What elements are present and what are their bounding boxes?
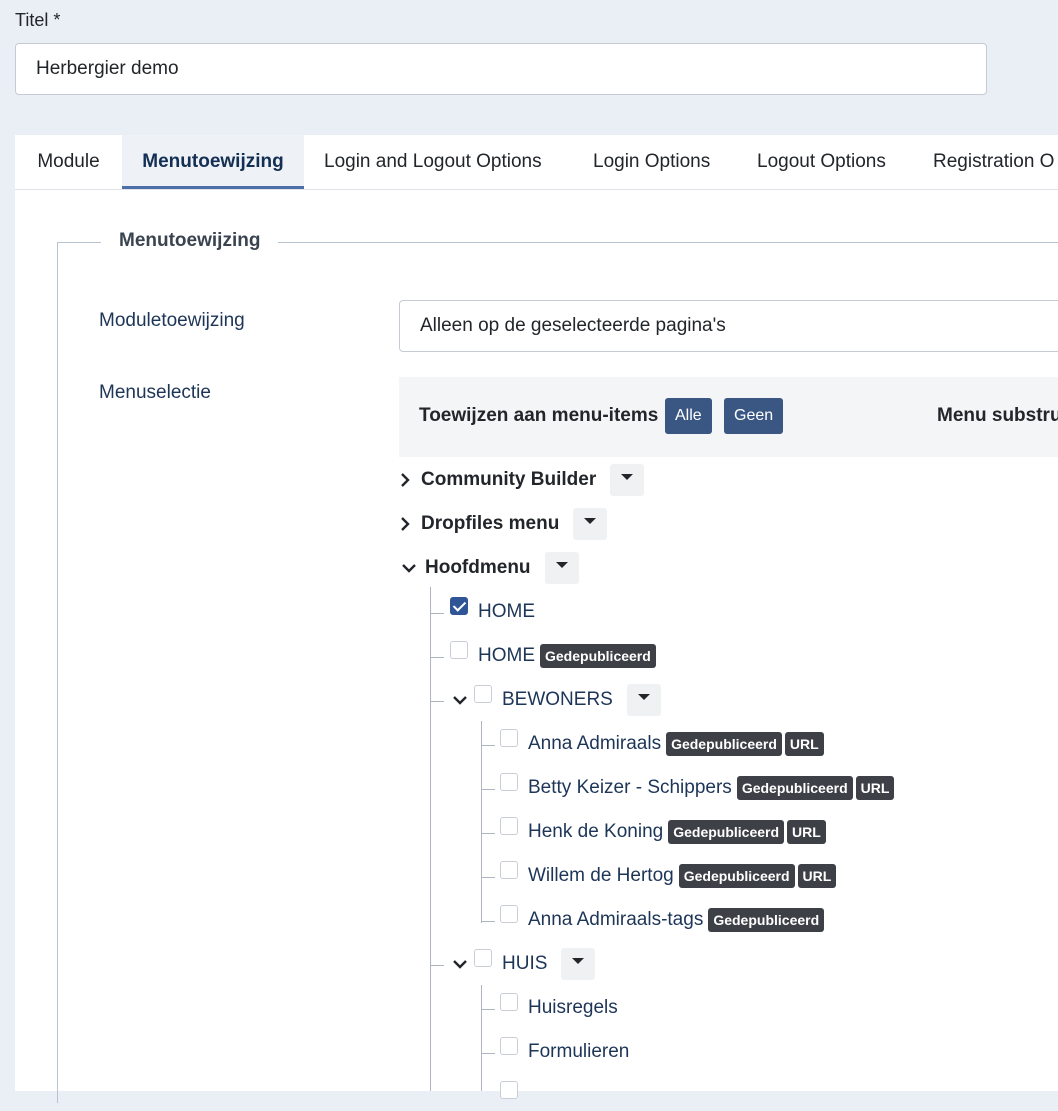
tree-branch (481, 789, 495, 790)
tree-branch (481, 745, 495, 746)
anna-tags-checkbox[interactable] (500, 905, 518, 923)
tree-branch (481, 833, 495, 834)
tree-branch (430, 701, 444, 702)
tab-logout-options[interactable]: Logout Options (757, 135, 886, 189)
select-none-button[interactable]: Geen (724, 398, 784, 434)
item-label: Anna Admiraals (528, 733, 662, 754)
tab-menutoewijzing[interactable]: Menutoewijzing (122, 135, 304, 189)
tree-branch (481, 921, 495, 922)
status-badge: Gedepubliceerd (708, 908, 825, 932)
menu-label: Dropfiles menu (421, 513, 560, 534)
title-input[interactable] (15, 43, 987, 95)
home-2-checkbox[interactable] (450, 641, 468, 659)
item-label: Formulieren (528, 1041, 630, 1062)
tree-branch (430, 657, 444, 658)
item-label: Huisregels (528, 997, 618, 1018)
tree-item-home: HOME (450, 597, 535, 627)
status-badge: Gedepubliceerd (668, 820, 785, 844)
fieldset-legend: Menutoewijzing (101, 230, 279, 252)
tree-item-henk: Henk de Koning Gedepubliceerd URL (500, 817, 826, 847)
betty-checkbox[interactable] (500, 773, 518, 791)
url-badge: URL (797, 864, 837, 888)
url-badge: URL (787, 820, 826, 844)
tree-item-huis: HUIS (450, 948, 596, 980)
tab-bar: Module Menutoewijzing Login and Logout O… (15, 135, 1058, 190)
tab-registration-options[interactable]: Registration O (933, 135, 1054, 189)
tree-line-huis (481, 985, 482, 1091)
module-panel: Module Menutoewijzing Login and Logout O… (15, 135, 1058, 1103)
tree-item-bewoners: BEWONERS (450, 684, 661, 716)
chevron-down-icon[interactable] (450, 958, 470, 970)
tree-menu-community-builder[interactable]: Community Builder (395, 464, 645, 496)
item-label: BEWONERS (502, 689, 613, 710)
item-label: Anna Admiraals-tags (528, 909, 704, 930)
tree-branch (481, 1009, 495, 1010)
tree-item-anna-tags: Anna Admiraals-tags Gedepubliceerd (500, 905, 825, 935)
url-badge: URL (784, 732, 824, 756)
tree-line-bewoners (481, 721, 482, 923)
caret-down-icon[interactable] (544, 552, 579, 584)
item-label: Betty Keizer - Schippers (528, 777, 732, 798)
item-label: Henk de Koning (528, 821, 664, 842)
module-assignment-select[interactable]: Alleen op de geselecteerde pagina's (399, 300, 1058, 352)
tree-item-huisregels: Huisregels (500, 993, 618, 1023)
tree-item-willem: Willem de Hertog Gedepubliceerd URL (500, 861, 837, 891)
anna-checkbox[interactable] (500, 729, 518, 747)
huis-checkbox[interactable] (474, 949, 492, 967)
tree-item-betty: Betty Keizer - Schippers Gedepubliceerd … (500, 773, 895, 803)
status-badge: Gedepubliceerd (736, 776, 853, 800)
tree-branch (430, 613, 444, 614)
menu-substructure-title: Menu substru (937, 405, 1058, 426)
tree-item-partial (500, 1081, 528, 1111)
home-checkbox[interactable] (450, 597, 468, 615)
formulieren-checkbox[interactable] (500, 1037, 518, 1055)
chevron-right-icon[interactable] (395, 516, 415, 532)
tree-line-hoofdmenu (430, 587, 431, 1091)
huisregels-checkbox[interactable] (500, 993, 518, 1011)
willem-checkbox[interactable] (500, 861, 518, 879)
status-badge: Gedepubliceerd (678, 864, 795, 888)
chevron-down-icon[interactable] (450, 694, 470, 706)
tree-item-anna: Anna Admiraals Gedepubliceerd URL (500, 729, 824, 759)
assign-title: Toewijzen aan menu-items (419, 405, 659, 426)
tab-login-logout-options[interactable]: Login and Logout Options (324, 135, 542, 189)
title-label: Titel * (15, 10, 61, 30)
assign-toolbar: Toewijzen aan menu-items Alle Geen Menu … (399, 377, 1058, 457)
caret-down-icon[interactable] (626, 684, 661, 716)
tree-item-home-2: HOME Gedepubliceerd (450, 641, 656, 671)
menu-label: Community Builder (421, 469, 597, 490)
item-label: HUIS (502, 953, 548, 974)
url-badge: URL (855, 776, 895, 800)
select-all-button[interactable]: Alle (665, 398, 712, 434)
tree-branch (481, 877, 495, 878)
chevron-down-icon[interactable] (399, 562, 419, 574)
chevron-right-icon[interactable] (395, 472, 415, 488)
tree-branch (481, 1053, 495, 1054)
item-label: HOME (478, 645, 535, 666)
status-badge: Gedepubliceerd (540, 644, 656, 668)
tree-branch (430, 965, 444, 966)
tab-module[interactable]: Module (15, 135, 122, 189)
tree-item-formulieren: Formulieren (500, 1037, 629, 1067)
menu-label: Hoofdmenu (425, 557, 531, 578)
bewoners-checkbox[interactable] (474, 685, 492, 703)
henk-checkbox[interactable] (500, 817, 518, 835)
tab-login-options[interactable]: Login Options (593, 135, 710, 189)
partial-checkbox[interactable] (500, 1081, 518, 1099)
caret-down-icon[interactable] (561, 948, 596, 980)
tree-menu-dropfiles[interactable]: Dropfiles menu (395, 508, 608, 540)
caret-down-icon[interactable] (610, 464, 645, 496)
item-label: HOME (478, 601, 535, 622)
tree-menu-hoofdmenu[interactable]: Hoofdmenu (399, 552, 579, 584)
menu-selection-label: Menuselectie (99, 382, 211, 403)
status-badge: Gedepubliceerd (666, 732, 782, 756)
item-label: Willem de Hertog (528, 865, 674, 886)
module-assignment-label: Moduletoewijzing (99, 310, 245, 331)
caret-down-icon[interactable] (573, 508, 608, 540)
